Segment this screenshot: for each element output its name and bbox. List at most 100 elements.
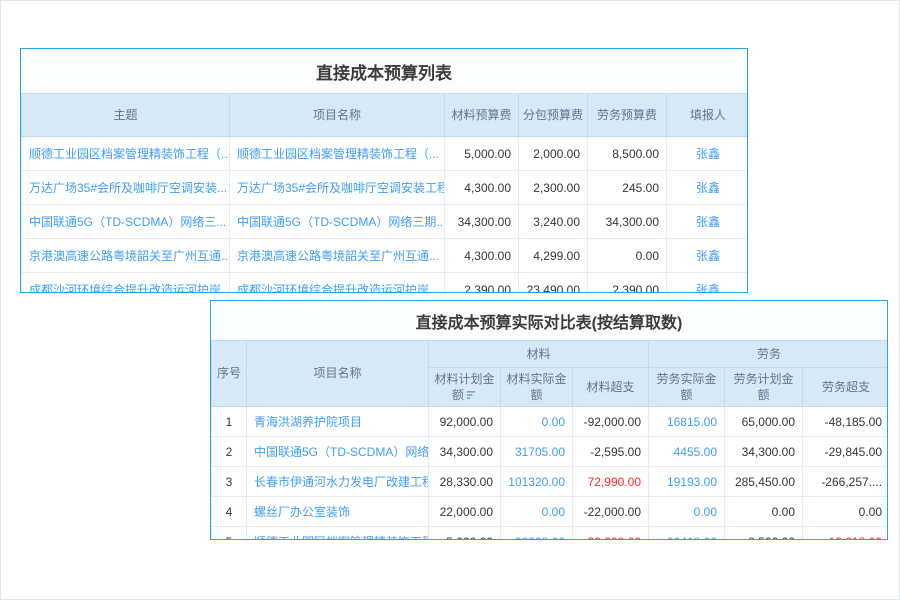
table-row: 中国联通5G（TD-SCDMA）网络三... 中国联通5G（TD-SCDMA）网… xyxy=(22,205,749,239)
lab-plan-value: 8,500.00 xyxy=(725,527,803,541)
mat-actual-link[interactable]: 0.00 xyxy=(501,407,573,437)
mat-actual-link[interactable]: 38298.00 xyxy=(501,527,573,541)
mat-over-value: -92,000.00 xyxy=(573,407,649,437)
material-budget-value: 4,300.00 xyxy=(445,171,519,205)
col-header-mat-actual: 材料实际金额 xyxy=(501,368,573,407)
col-header-project: 项目名称 xyxy=(247,341,429,407)
table-row: 顺德工业园区档案管理精装饰工程（... 顺德工业园区档案管理精装饰工程（... … xyxy=(22,137,749,171)
material-budget-value: 4,300.00 xyxy=(445,239,519,273)
project-link[interactable]: 青海洪湖养护院项目 xyxy=(254,415,362,429)
material-budget-value: 2,390.00 xyxy=(445,273,519,294)
subcontract-budget-value: 4,299.00 xyxy=(519,239,588,273)
seq-value: 5 xyxy=(212,527,247,541)
col-header-mat-plan-label: 材料计划金额 xyxy=(434,372,494,402)
col-header-lab-over: 劳务超支 xyxy=(803,368,888,407)
lab-over-value: -29,845.00 xyxy=(803,437,888,467)
mat-over-value: 72,990.00 xyxy=(573,467,649,497)
seq-value: 4 xyxy=(212,497,247,527)
project-link[interactable]: 长春市伊通河水力发电厂改建工程 xyxy=(254,475,429,489)
mat-plan-value: 5,000.00 xyxy=(429,527,501,541)
project-link[interactable]: 中国联通5G（TD-SCDMA）网络三期... xyxy=(237,215,445,229)
project-link[interactable]: 顺德工业园区档案管理精装饰工程（... xyxy=(237,147,439,161)
mat-actual-link[interactable]: 101320.00 xyxy=(501,467,573,497)
subject-link[interactable]: 顺德工业园区档案管理精装饰工程（... xyxy=(29,147,230,161)
mat-plan-value: 22,000.00 xyxy=(429,497,501,527)
reporter-link[interactable]: 张鑫 xyxy=(696,283,720,293)
material-budget-value: 34,300.00 xyxy=(445,205,519,239)
project-link[interactable]: 成都沙河环境综合提升改造运河护岸... xyxy=(237,283,439,293)
table-row: 5 顺德工业园区档案管理精装饰工程 5,000.00 38298.00 33,2… xyxy=(212,527,889,541)
mat-plan-value: 92,000.00 xyxy=(429,407,501,437)
seq-value: 3 xyxy=(212,467,247,497)
col-header-mat-plan[interactable]: 材料计划金额 xyxy=(429,368,501,407)
mat-actual-link[interactable]: 31705.00 xyxy=(501,437,573,467)
group-header-material: 材料 xyxy=(429,341,649,368)
mat-plan-value: 34,300.00 xyxy=(429,437,501,467)
labor-budget-value: 0.00 xyxy=(588,239,667,273)
seq-value: 1 xyxy=(212,407,247,437)
budget-actual-compare-title: 直接成本预算实际对比表(按结算取数) xyxy=(211,301,887,340)
lab-plan-value: 0.00 xyxy=(725,497,803,527)
project-link[interactable]: 顺德工业园区档案管理精装饰工程 xyxy=(254,535,429,540)
lab-actual-link[interactable]: 22418.00 xyxy=(649,527,725,541)
labor-budget-value: 34,300.00 xyxy=(588,205,667,239)
lab-actual-link[interactable]: 0.00 xyxy=(649,497,725,527)
col-header-project: 项目名称 xyxy=(230,94,445,137)
subcontract-budget-value: 23,490.00 xyxy=(519,273,588,294)
col-header-lab-plan: 劳务计划金额 xyxy=(725,368,803,407)
budget-actual-compare-table: 序号 项目名称 材料 劳务 材料计划金额 材料实际金额 材料超支 劳务实际金额 … xyxy=(211,340,888,540)
project-link[interactable]: 京港澳高速公路粤境韶关至广州互通... xyxy=(237,249,439,263)
lab-plan-value: 285,450.00 xyxy=(725,467,803,497)
lab-over-value: -48,185.00 xyxy=(803,407,888,437)
subcontract-budget-value: 2,300.00 xyxy=(519,171,588,205)
reporter-link[interactable]: 张鑫 xyxy=(696,147,720,161)
subject-link[interactable]: 成都沙河环境综合提升改造运河护岸... xyxy=(29,283,230,293)
col-header-lab-actual: 劳务实际金额 xyxy=(649,368,725,407)
reporter-link[interactable]: 张鑫 xyxy=(696,215,720,229)
subcontract-budget-value: 3,240.00 xyxy=(519,205,588,239)
table-row: 1 青海洪湖养护院项目 92,000.00 0.00 -92,000.00 16… xyxy=(212,407,889,437)
lab-plan-value: 65,000.00 xyxy=(725,407,803,437)
project-link[interactable]: 中国联通5G（TD-SCDMA）网络三 xyxy=(254,445,429,459)
project-link[interactable]: 螺丝厂办公室装饰 xyxy=(254,505,350,519)
subject-link[interactable]: 中国联通5G（TD-SCDMA）网络三... xyxy=(29,215,226,229)
table-row: 2 中国联通5G（TD-SCDMA）网络三 34,300.00 31705.00… xyxy=(212,437,889,467)
col-header-labor-budget: 劳务预算费 xyxy=(588,94,667,137)
col-header-seq: 序号 xyxy=(212,341,247,407)
table-row: 成都沙河环境综合提升改造运河护岸... 成都沙河环境综合提升改造运河护岸... … xyxy=(22,273,749,294)
mat-actual-link[interactable]: 0.00 xyxy=(501,497,573,527)
lab-over-value: -266,257.... xyxy=(803,467,888,497)
table-row: 4 螺丝厂办公室装饰 22,000.00 0.00 -22,000.00 0.0… xyxy=(212,497,889,527)
budget-list-header-row: 主题 项目名称 材料预算费 分包预算费 劳务预算费 填报人 xyxy=(22,94,749,137)
group-header-labor: 劳务 xyxy=(649,341,888,368)
seq-value: 2 xyxy=(212,437,247,467)
table-row: 万达广场35#会所及咖啡厅空调安装... 万达广场35#会所及咖啡厅空调安装工程… xyxy=(22,171,749,205)
lab-over-value: 0.00 xyxy=(803,497,888,527)
reporter-link[interactable]: 张鑫 xyxy=(696,181,720,195)
subject-link[interactable]: 万达广场35#会所及咖啡厅空调安装... xyxy=(29,181,227,195)
lab-actual-link[interactable]: 16815.00 xyxy=(649,407,725,437)
labor-budget-value: 8,500.00 xyxy=(588,137,667,171)
col-header-subcontract-budget: 分包预算费 xyxy=(519,94,588,137)
lab-actual-link[interactable]: 4455.00 xyxy=(649,437,725,467)
lab-over-value: 13,918.00 xyxy=(803,527,888,541)
lab-actual-link[interactable]: 19193.00 xyxy=(649,467,725,497)
budget-list-title: 直接成本预算列表 xyxy=(21,49,747,93)
budget-actual-compare-card: 直接成本预算实际对比表(按结算取数) 序号 项目名称 材料 劳务 材料计划金额 … xyxy=(210,300,888,540)
col-header-material-budget: 材料预算费 xyxy=(445,94,519,137)
budget-list-table: 主题 项目名称 材料预算费 分包预算费 劳务预算费 填报人 顺德工业园区档案管理… xyxy=(21,93,748,293)
table-row: 京港澳高速公路粤境韶关至广州互通... 京港澳高速公路粤境韶关至广州互通... … xyxy=(22,239,749,273)
reporter-link[interactable]: 张鑫 xyxy=(696,249,720,263)
budget-list-card: 直接成本预算列表 主题 项目名称 材料预算费 分包预算费 劳务预算费 填报人 顺… xyxy=(20,48,748,293)
mat-over-value: -22,000.00 xyxy=(573,497,649,527)
sort-icon[interactable] xyxy=(467,390,477,400)
subject-link[interactable]: 京港澳高速公路粤境韶关至广州互通... xyxy=(29,249,230,263)
mat-over-value: -2,595.00 xyxy=(573,437,649,467)
lab-plan-value: 34,300.00 xyxy=(725,437,803,467)
material-budget-value: 5,000.00 xyxy=(445,137,519,171)
col-header-mat-over: 材料超支 xyxy=(573,368,649,407)
labor-budget-value: 2,390.00 xyxy=(588,273,667,294)
table-row: 3 长春市伊通河水力发电厂改建工程 28,330.00 101320.00 72… xyxy=(212,467,889,497)
labor-budget-value: 245.00 xyxy=(588,171,667,205)
project-link[interactable]: 万达广场35#会所及咖啡厅空调安装工程 xyxy=(237,181,445,195)
